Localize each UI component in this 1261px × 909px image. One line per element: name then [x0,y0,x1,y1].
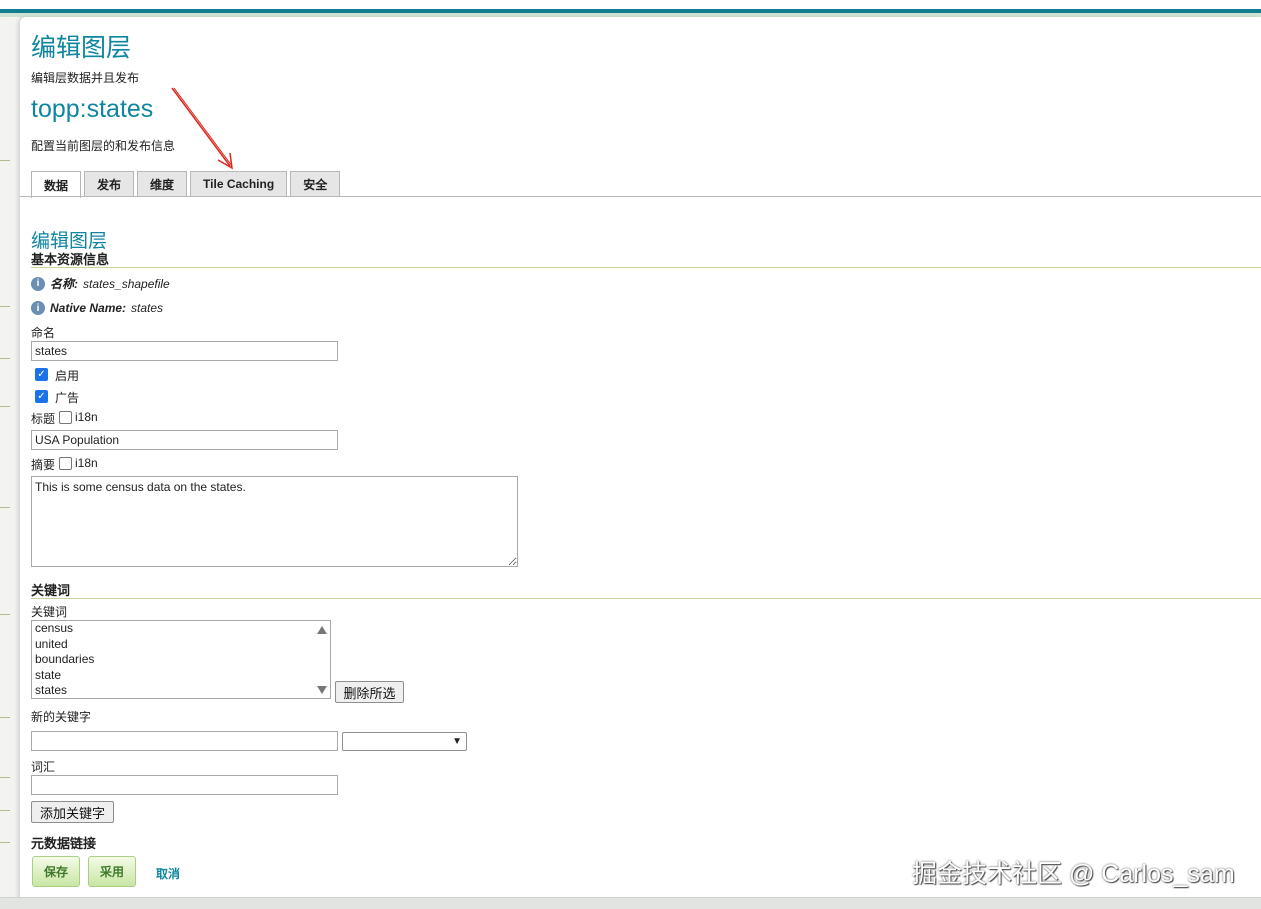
name-label: 命名 [31,326,56,340]
bottom-scrollbar-area [0,897,1261,909]
tab-security[interactable]: 安全 [290,171,341,196]
info-icon: i [31,301,45,315]
apply-button[interactable]: 采用 [88,856,136,887]
tab-publishing[interactable]: 发布 [84,171,135,196]
new-keyword-label: 新的关键字 [31,710,92,724]
native-name-label: Native Name: [50,301,127,315]
page-subtitle: 编辑层数据并且发布 [31,71,140,85]
cancel-link[interactable]: 取消 [156,865,180,882]
tab-tile-caching[interactable]: Tile Caching [190,171,288,196]
add-keyword-button[interactable]: 添加关键字 [31,801,114,823]
keywords-list-label: 关键词 [31,605,68,619]
list-item[interactable]: boundaries [32,652,330,668]
annotation-arrow-icon [171,87,233,170]
enabled-checkbox[interactable]: ✓ [35,368,48,381]
name-info-label: 名称: [50,277,78,291]
list-item[interactable]: states [32,683,330,698]
abstract-i18n-checkbox[interactable] [59,457,72,470]
list-item[interactable]: census [32,621,330,637]
scroll-down-icon[interactable] [317,686,327,694]
metadata-links-title: 元数据链接 [31,836,97,851]
basic-info-rule [31,267,1261,268]
enabled-label: 启用 [55,369,80,383]
language-select[interactable]: ▼ [342,732,467,751]
watermark: 掘金技术社区 @ Carlos_sam [912,860,1235,888]
left-sidebar-edge [0,17,20,897]
abstract-i18n-label: i18n [75,456,98,470]
basic-info-title: 基本资源信息 [31,252,110,267]
save-button[interactable]: 保存 [32,856,80,887]
list-item[interactable]: united [32,637,330,653]
remove-selected-button[interactable]: 删除所选 [335,681,404,703]
tab-bar-divider [20,196,1261,197]
name-input[interactable] [31,341,338,361]
native-name-row: i Native Name: states [31,301,163,315]
new-keyword-input[interactable] [31,731,338,751]
name-info-value: states_shapefile [83,276,170,291]
layer-name-heading: topp:states [31,95,154,123]
title-label: 标题 [31,412,56,426]
name-info-row: i 名称: states_shapefile [31,275,170,292]
browser-top-bar [0,0,1261,9]
advertised-label: 广告 [55,391,80,405]
keywords-listbox[interactable]: census united boundaries state states [31,620,331,699]
tab-dimensions[interactable]: 维度 [137,171,188,196]
abstract-label: 摘要 [31,458,56,472]
title-input[interactable] [31,430,338,450]
page-title: 编辑图层 [31,34,132,62]
abstract-textarea[interactable]: This is some census data on the states. [31,476,518,567]
vocabulary-label: 词汇 [31,760,56,774]
keywords-rule [31,598,1261,599]
list-item[interactable]: state [32,668,330,684]
title-i18n-label: i18n [75,410,98,424]
chevron-down-icon: ▼ [452,736,462,747]
info-icon: i [31,276,45,291]
tab-bar: 数据 发布 维度 Tile Caching 安全 [31,171,341,198]
vocabulary-input[interactable] [31,775,338,795]
scroll-up-icon[interactable] [317,626,327,634]
native-name-value: states [131,301,164,315]
advertised-checkbox[interactable]: ✓ [35,390,48,403]
tab-data[interactable]: 数据 [31,171,82,198]
title-i18n-checkbox[interactable] [59,411,72,424]
layer-description: 配置当前图层的和发布信息 [31,139,176,153]
keywords-section-title: 关键词 [31,583,71,598]
